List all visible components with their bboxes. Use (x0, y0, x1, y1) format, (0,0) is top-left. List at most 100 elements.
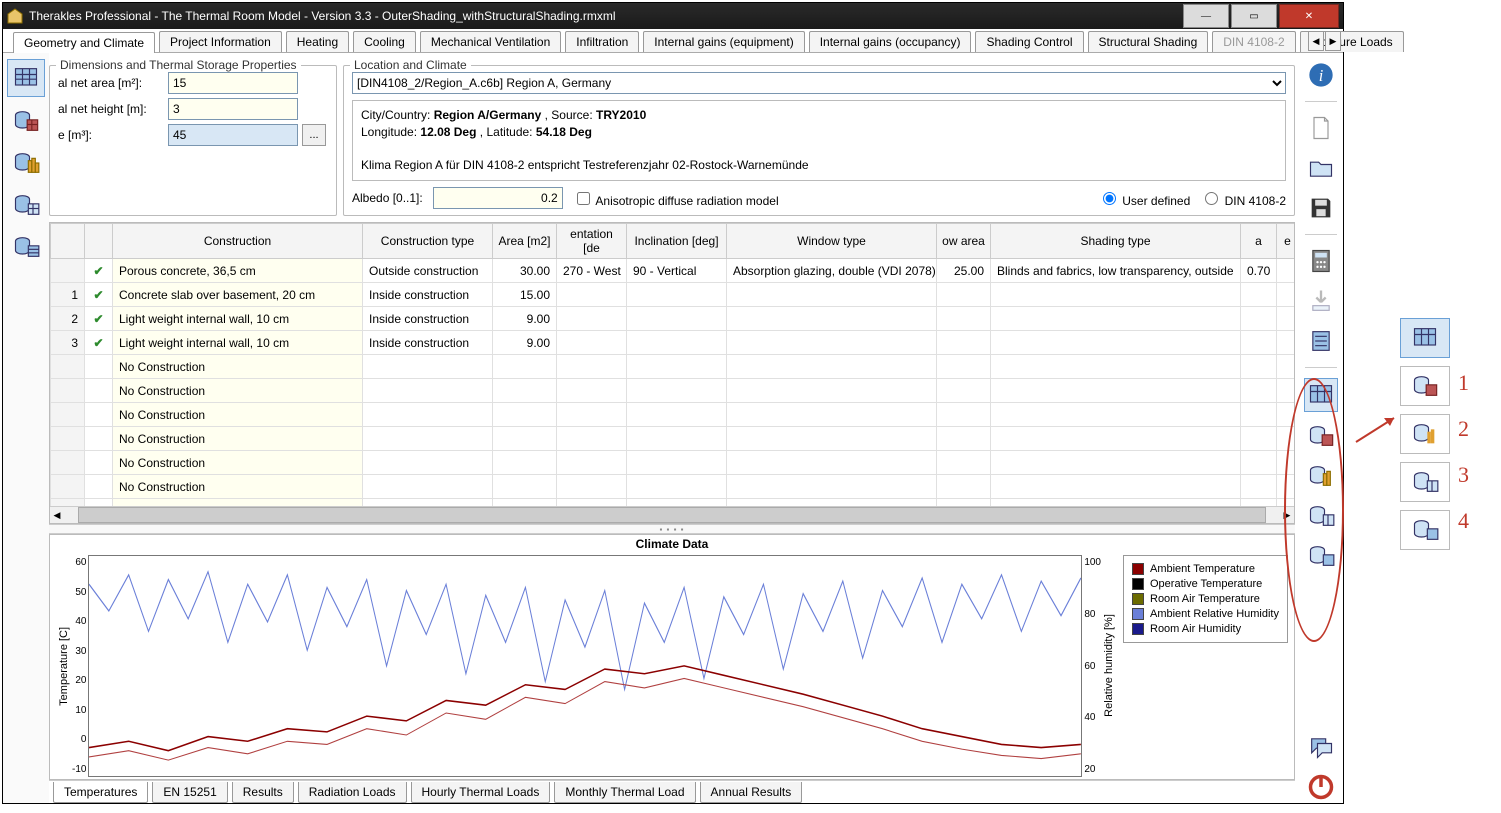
title-bar[interactable]: Therakles Professional - The Thermal Roo… (3, 3, 1343, 29)
col-header[interactable]: Area [m2] (493, 224, 557, 259)
callout-panel: 1 2 3 4 (1400, 318, 1460, 558)
albedo-input[interactable] (433, 187, 563, 209)
bottom-tab-hourly-thermal-loads[interactable]: Hourly Thermal Loads (411, 782, 551, 803)
svg-text:i: i (1319, 66, 1324, 85)
table-row[interactable]: ✔Porous concrete, 36,5 cmOutside constru… (51, 259, 1295, 283)
aniso-checkbox[interactable]: Anisotropic diffuse radiation model (573, 189, 779, 208)
net-area-input[interactable] (168, 72, 298, 94)
chart-canvas[interactable] (88, 555, 1082, 777)
col-header[interactable]: Construction (113, 224, 363, 259)
main-window: Therakles Professional - The Thermal Roo… (2, 2, 1344, 804)
col-header[interactable]: Window type (727, 224, 937, 259)
callout-wall-icon[interactable] (1400, 366, 1450, 406)
top-tabstrip: Geometry and ClimateProject InformationH… (3, 29, 1343, 53)
minimize-button[interactable]: — (1183, 4, 1229, 28)
open-file-icon[interactable] (1305, 152, 1337, 184)
callout-table-icon[interactable] (1400, 510, 1450, 550)
tab-cooling[interactable]: Cooling (353, 31, 416, 52)
bottom-tab-temperatures[interactable]: Temperatures (53, 782, 148, 803)
chart-legend: Ambient TemperatureOperative Temperature… (1123, 555, 1288, 643)
calculator-icon[interactable] (1305, 245, 1337, 277)
chat-icon[interactable] (1305, 731, 1337, 763)
db-table-icon[interactable] (8, 229, 44, 265)
db-window-right-icon[interactable] (1305, 500, 1337, 532)
maximize-button[interactable]: ▭ (1231, 4, 1277, 28)
download-icon[interactable] (1305, 285, 1337, 317)
lon-label: Longitude: (361, 125, 417, 139)
col-header[interactable]: ow area (937, 224, 991, 259)
db-window-icon[interactable] (8, 187, 44, 223)
tab-internal-gains-occupancy-[interactable]: Internal gains (occupancy) (809, 31, 972, 52)
callout-window-icon[interactable] (1400, 462, 1450, 502)
tab-infiltration[interactable]: Infiltration (565, 31, 639, 52)
info-icon[interactable]: i (1305, 59, 1337, 91)
location-legend: Location and Climate (350, 58, 471, 72)
tab-internal-gains-equipment-[interactable]: Internal gains (equipment) (643, 31, 804, 52)
table-row[interactable]: 3✔Light weight internal wall, 10 cmInsid… (51, 331, 1295, 355)
bottom-tab-results[interactable]: Results (232, 782, 294, 803)
lat-label: , Latitude: (480, 125, 533, 139)
col-header[interactable]: a (1241, 224, 1277, 259)
col-header[interactable]: Construction type (363, 224, 493, 259)
table-row[interactable]: No Construction (51, 427, 1295, 451)
callout-grid-icon[interactable] (1400, 318, 1450, 358)
bottom-tab-en-15251[interactable]: EN 15251 (152, 782, 227, 803)
bottom-tab-monthly-thermal-load[interactable]: Monthly Thermal Load (554, 782, 695, 803)
col-header[interactable] (85, 224, 113, 259)
db-coins-icon[interactable] (8, 145, 44, 181)
table-row[interactable]: 2✔Light weight internal wall, 10 cmInsid… (51, 307, 1295, 331)
table-row[interactable]: No Construction (51, 475, 1295, 499)
splitter-handle[interactable]: ▪ ▪ ▪ ▪ (49, 524, 1295, 534)
table-row[interactable]: No Construction (51, 355, 1295, 379)
col-header[interactable]: Shading type (991, 224, 1241, 259)
tab-scroll[interactable]: ◀▶ (1307, 31, 1341, 51)
bottom-tab-radiation-loads[interactable]: Radiation Loads (298, 782, 407, 803)
report-icon[interactable] (1305, 325, 1337, 357)
table-row[interactable]: No Construction (51, 379, 1295, 403)
tab-mechanical-ventilation[interactable]: Mechanical Ventilation (420, 31, 561, 52)
table-row[interactable]: 1✔Concrete slab over basement, 20 cmInsi… (51, 283, 1295, 307)
chart-y-ticks: 6050403020100-10 (72, 555, 88, 777)
grid-view-right-icon[interactable] (1304, 378, 1338, 412)
col-header[interactable]: entation [de (557, 224, 627, 259)
volume-more-button[interactable]: ... (302, 124, 326, 146)
climate-file-combo[interactable]: [DIN4108_2/Region_A.c6b] Region A, Germa… (352, 72, 1286, 94)
col-header[interactable]: Inclination [deg] (627, 224, 727, 259)
tab-heating[interactable]: Heating (286, 31, 349, 52)
chart-title: Climate Data (50, 535, 1294, 553)
tab-shading-control[interactable]: Shading Control (975, 31, 1083, 52)
construction-table[interactable]: ConstructionConstruction typeArea [m2]en… (49, 222, 1295, 524)
radio-din4108[interactable]: DIN 4108-2 (1200, 189, 1286, 208)
bottom-tab-annual-results[interactable]: Annual Results (700, 782, 803, 803)
close-button[interactable]: ✕ (1279, 4, 1339, 28)
legend-item: Room Air Temperature (1132, 593, 1279, 605)
volume-input[interactable] (168, 124, 298, 146)
albedo-label: Albedo [0..1]: (352, 191, 423, 205)
table-row[interactable]: No Construction (51, 499, 1295, 507)
net-height-input[interactable] (168, 98, 298, 120)
db-coins-right-icon[interactable] (1305, 460, 1337, 492)
power-icon[interactable] (1305, 771, 1337, 803)
save-icon[interactable] (1305, 192, 1337, 224)
table-row[interactable]: No Construction (51, 403, 1295, 427)
tab-geometry-and-climate[interactable]: Geometry and Climate (13, 32, 155, 53)
table-hscroll[interactable]: ◀▶ (50, 506, 1294, 523)
tab-project-information[interactable]: Project Information (159, 31, 282, 52)
tab-structural-shading[interactable]: Structural Shading (1088, 31, 1209, 52)
col-header[interactable] (51, 224, 85, 259)
callout-num-1: 1 (1458, 370, 1469, 396)
col-header[interactable]: e (1277, 224, 1295, 259)
db-wall-icon[interactable] (8, 103, 44, 139)
db-table-right-icon[interactable] (1305, 540, 1337, 572)
climate-desc: Klima Region A für DIN 4108-2 entspricht… (361, 158, 809, 172)
dimensions-panel: Dimensions and Thermal Storage Propertie… (49, 65, 337, 216)
app-icon (7, 8, 23, 24)
db-wall-right-icon[interactable] (1305, 420, 1337, 452)
bottom-tabstrip: TemperaturesEN 15251ResultsRadiation Loa… (49, 780, 1295, 803)
table-row[interactable]: No Construction (51, 451, 1295, 475)
tab-din-4108-2[interactable]: DIN 4108-2 (1212, 31, 1295, 52)
new-file-icon[interactable] (1305, 112, 1337, 144)
radio-user-defined[interactable]: User defined (1098, 189, 1190, 208)
callout-coins-icon[interactable] (1400, 414, 1450, 454)
grid-view-icon[interactable] (7, 59, 45, 97)
